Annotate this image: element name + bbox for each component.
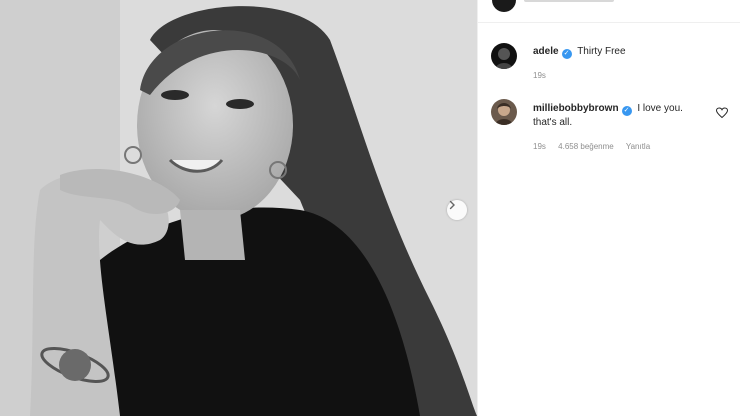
caption-username[interactable]: adele (533, 46, 559, 57)
header-avatar[interactable] (492, 0, 516, 12)
comment-text: I love you. (637, 103, 683, 114)
like-comment-button[interactable] (715, 106, 729, 119)
avatar-image (495, 103, 513, 125)
comment-likes[interactable]: 4.658 beğenme (558, 142, 614, 151)
post-header (478, 0, 740, 23)
comment-line-2: that's all. (533, 116, 572, 129)
comment-text-continued: that's all. (533, 117, 573, 128)
avatar[interactable] (491, 99, 517, 125)
caption-meta: 19s (533, 71, 556, 80)
comment-meta: 19s 4.658 beğenme Yanıtla (533, 142, 660, 151)
caption-text: Thirty Free (577, 46, 626, 57)
caption-time[interactable]: 19s (533, 71, 546, 80)
verified-badge-icon: ✓ (561, 49, 572, 59)
header-username-placeholder (524, 0, 614, 2)
caption: adele ✓ Thirty Free (533, 45, 626, 59)
verified-badge-icon: ✓ (621, 106, 632, 116)
comments-panel: adele ✓ Thirty Free 19s milliebobbybrown ✓… (477, 0, 740, 416)
avatar[interactable] (491, 43, 517, 69)
reply-button[interactable]: Yanıtla (626, 142, 650, 151)
heart-outline-icon (715, 107, 729, 119)
post-photo (0, 0, 477, 416)
portrait-illustration (0, 0, 477, 416)
comment-time[interactable]: 19s (533, 142, 546, 151)
chevron-right-icon (449, 200, 455, 210)
comment-line-1: milliebobbybrown ✓ I love you. (533, 102, 683, 116)
comment-username[interactable]: milliebobbybrown (533, 103, 619, 114)
avatar-image (495, 48, 513, 69)
next-photo-button[interactable] (447, 200, 467, 220)
